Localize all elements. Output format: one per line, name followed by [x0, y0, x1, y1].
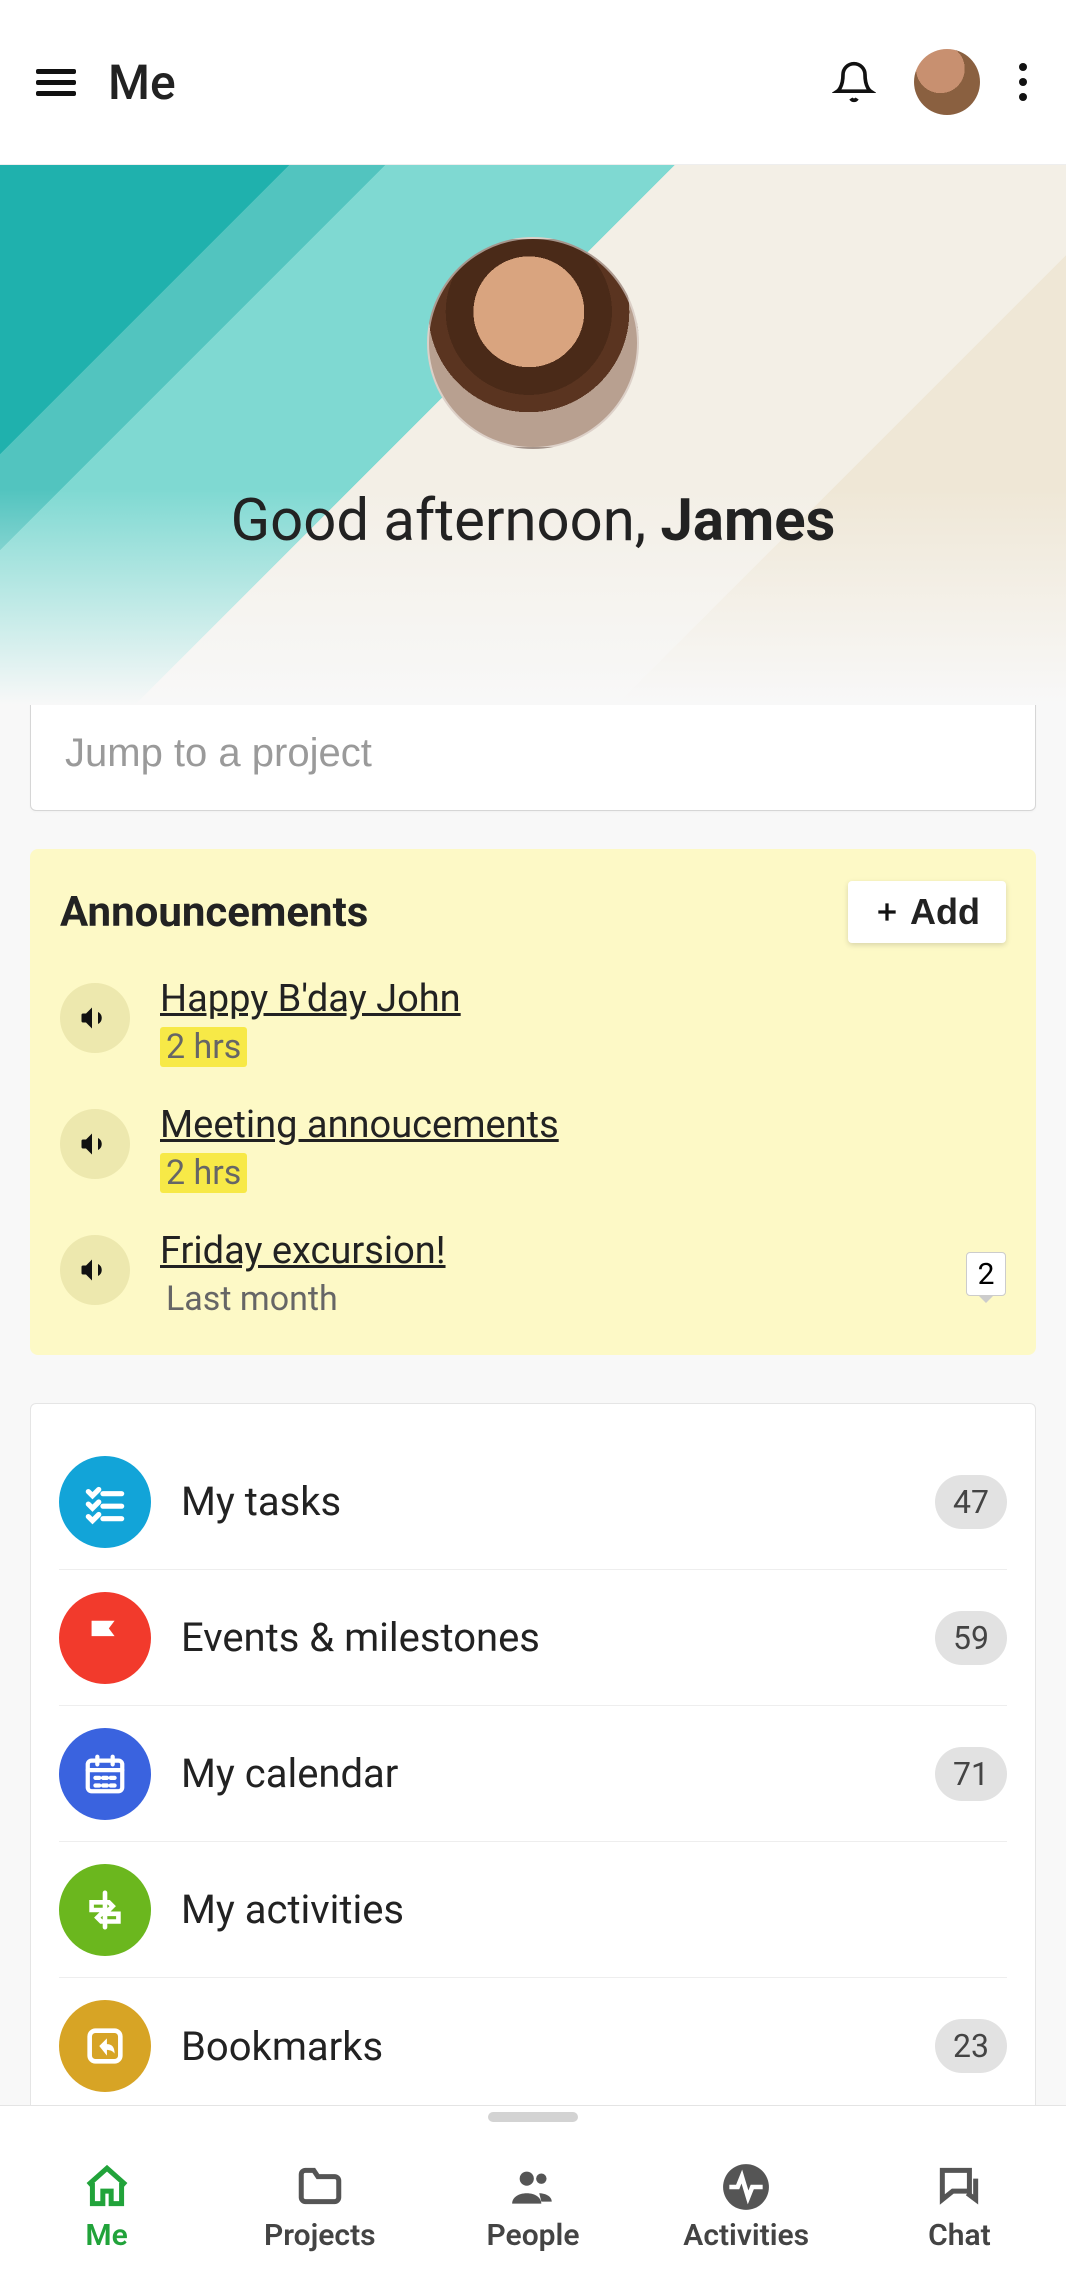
menu-label: My tasks — [181, 1478, 905, 1525]
more-icon[interactable] — [1018, 63, 1028, 101]
announcement-body: Meeting annoucements 2 hrs — [160, 1103, 1006, 1193]
comment-count-badge[interactable]: 2 — [966, 1252, 1006, 1296]
announcement-time: Last month — [160, 1279, 344, 1319]
bottom-nav: Me Projects People Activities Chat — [0, 2105, 1066, 2275]
add-button-label: Add — [910, 891, 980, 933]
menu-label: Events & milestones — [181, 1614, 905, 1661]
announcement-item[interactable]: Meeting annoucements 2 hrs — [60, 1103, 1006, 1193]
count-badge: 23 — [935, 2019, 1007, 2073]
drag-handle[interactable] — [488, 2112, 578, 2122]
announcement-title[interactable]: Meeting annoucements — [160, 1103, 559, 1147]
folder-icon — [295, 2162, 345, 2212]
menu-item-tasks[interactable]: My tasks 47 — [59, 1434, 1007, 1570]
search-input[interactable] — [30, 695, 1036, 811]
tab-label: Projects — [264, 2218, 376, 2253]
avatar-large[interactable] — [427, 237, 639, 449]
search-wrap — [0, 695, 1066, 811]
announcements-header: Announcements Add — [60, 881, 1006, 943]
announcement-item[interactable]: Friday excursion! Last month 2 — [60, 1229, 1006, 1319]
tab-label: People — [487, 2218, 580, 2253]
megaphone-icon — [60, 983, 130, 1053]
tab-chat[interactable]: Chat — [853, 2106, 1066, 2275]
tab-projects[interactable]: Projects — [213, 2106, 426, 2275]
count-badge: 59 — [935, 1611, 1007, 1665]
menu-card: My tasks 47 Events & milestones 59 My ca… — [30, 1403, 1036, 2105]
banner: Good afternoon, James — [0, 165, 1066, 705]
greeting: Good afternoon, James — [231, 487, 836, 555]
count-badge: 47 — [935, 1475, 1007, 1529]
announcements-card: Announcements Add Happy B'day John 2 hrs… — [30, 849, 1036, 1355]
greeting-name: James — [661, 487, 836, 555]
home-icon — [82, 2162, 132, 2212]
header-actions — [832, 49, 1028, 115]
announcement-item[interactable]: Happy B'day John 2 hrs — [60, 977, 1006, 1067]
announcement-title[interactable]: Happy B'day John — [160, 977, 461, 1021]
menu-item-events[interactable]: Events & milestones 59 — [59, 1570, 1007, 1706]
announcements-title: Announcements — [60, 888, 368, 937]
chat-icon — [934, 2162, 984, 2212]
header: Me — [0, 0, 1066, 165]
menu-icon[interactable] — [36, 62, 76, 102]
tasks-icon — [59, 1456, 151, 1548]
pulse-icon — [721, 2162, 771, 2212]
avatar[interactable] — [914, 49, 980, 115]
announcement-body: Friday excursion! Last month — [160, 1229, 936, 1319]
megaphone-icon — [60, 1109, 130, 1179]
megaphone-icon — [60, 1235, 130, 1305]
menu-item-activities[interactable]: My activities — [59, 1842, 1007, 1978]
plus-icon — [874, 899, 900, 925]
signpost-icon — [59, 1864, 151, 1956]
count-badge: 71 — [935, 1747, 1007, 1801]
greeting-prefix: Good afternoon, — [231, 487, 661, 555]
announcement-body: Happy B'day John 2 hrs — [160, 977, 1006, 1067]
calendar-icon — [59, 1728, 151, 1820]
share-icon — [59, 2000, 151, 2092]
tab-activities[interactable]: Activities — [640, 2106, 853, 2275]
add-button[interactable]: Add — [848, 881, 1006, 943]
announcement-time: 2 hrs — [160, 1027, 247, 1067]
announcement-time: 2 hrs — [160, 1153, 247, 1193]
announcement-title[interactable]: Friday excursion! — [160, 1229, 446, 1273]
tab-label: Chat — [928, 2218, 991, 2253]
menu-item-bookmarks[interactable]: Bookmarks 23 — [59, 1978, 1007, 2105]
menu-label: Bookmarks — [181, 2023, 905, 2070]
menu-label: My calendar — [181, 1750, 905, 1797]
tab-me[interactable]: Me — [0, 2106, 213, 2275]
people-icon — [508, 2162, 558, 2212]
tab-label: Activities — [683, 2218, 809, 2253]
content: Good afternoon, James Announcements Add … — [0, 165, 1066, 2105]
page-title: Me — [108, 54, 800, 111]
flag-icon — [59, 1592, 151, 1684]
tab-people[interactable]: People — [426, 2106, 639, 2275]
menu-item-calendar[interactable]: My calendar 71 — [59, 1706, 1007, 1842]
tab-label: Me — [85, 2218, 127, 2253]
bell-icon[interactable] — [832, 60, 876, 104]
menu-label: My activities — [181, 1886, 1007, 1933]
